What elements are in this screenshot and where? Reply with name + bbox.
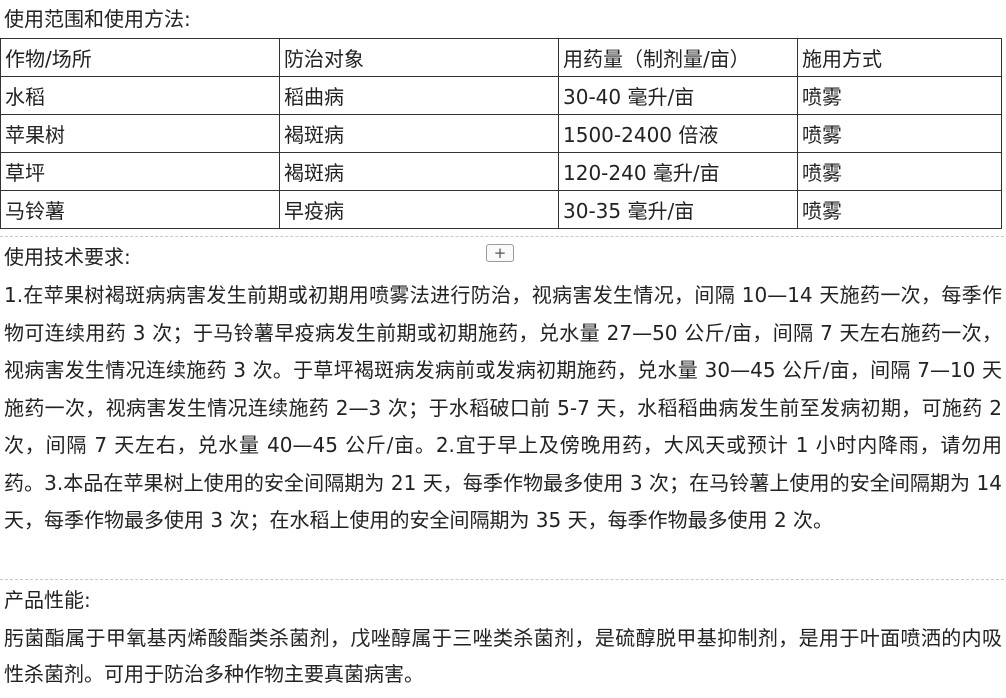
header-dosage: 用药量（制剂量/亩） (558, 38, 798, 77)
cell-crop: 水稻 (0, 76, 280, 115)
usage-section: 使用范围和使用方法: 作物/场所 防治对象 用药量（制剂量/亩） 施用方式 水稻… (0, 0, 1004, 229)
header-target: 防治对象 (279, 38, 559, 77)
header-crop: 作物/场所 (0, 38, 280, 77)
header-method: 施用方式 (797, 38, 1002, 77)
cell-dosage: 120-240 毫升/亩 (558, 152, 798, 191)
cell-dosage: 1500-2400 倍液 (558, 114, 798, 153)
cell-target: 早疫病 (279, 190, 559, 229)
tech-requirements-section: 使用技术要求: + 1.在苹果树褐斑病病害发生前期或初期用喷雾法进行防治，视病害… (0, 236, 1004, 580)
table-row: 马铃薯 早疫病 30-35 毫升/亩 喷雾 (0, 190, 1002, 229)
product-performance-section: 产品性能: 肟菌酯属于甲氧基丙烯酸酯类杀菌剂，戊唑醇属于三唑类杀菌剂，是硫醇脱甲… (0, 579, 1004, 698)
table-header-row: 作物/场所 防治对象 用药量（制剂量/亩） 施用方式 (0, 38, 1002, 77)
cell-crop: 草坪 (0, 152, 280, 191)
cell-dosage: 30-40 毫升/亩 (558, 76, 798, 115)
cell-method: 喷雾 (797, 114, 1002, 153)
table-row: 水稻 稻曲病 30-40 毫升/亩 喷雾 (0, 76, 1002, 115)
cell-crop: 苹果树 (0, 114, 280, 153)
cell-target: 褐斑病 (279, 114, 559, 153)
cell-target: 稻曲病 (279, 76, 559, 115)
cell-target: 褐斑病 (279, 152, 559, 191)
usage-title: 使用范围和使用方法: (4, 7, 191, 31)
cell-dosage: 30-35 毫升/亩 (558, 190, 798, 229)
table-row: 草坪 褐斑病 120-240 毫升/亩 喷雾 (0, 152, 1002, 191)
cell-method: 喷雾 (797, 76, 1002, 115)
cell-crop: 马铃薯 (0, 190, 280, 229)
cell-method: 喷雾 (797, 190, 1002, 229)
expand-button[interactable]: + (486, 244, 514, 262)
product-performance-title: 产品性能: (4, 588, 91, 612)
tech-requirements-text: 1.在苹果树褐斑病病害发生前期或初期用喷雾法进行防治，视病害发生情况，间隔 10… (4, 283, 1002, 532)
usage-table: 作物/场所 防治对象 用药量（制剂量/亩） 施用方式 水稻 稻曲病 30-40 … (0, 38, 1002, 229)
cell-method: 喷雾 (797, 152, 1002, 191)
table-row: 苹果树 褐斑病 1500-2400 倍液 喷雾 (0, 114, 1002, 153)
product-performance-text: 肟菌酯属于甲氧基丙烯酸酯类杀菌剂，戊唑醇属于三唑类杀菌剂，是硫醇脱甲基抑制剂，是… (4, 626, 1002, 686)
